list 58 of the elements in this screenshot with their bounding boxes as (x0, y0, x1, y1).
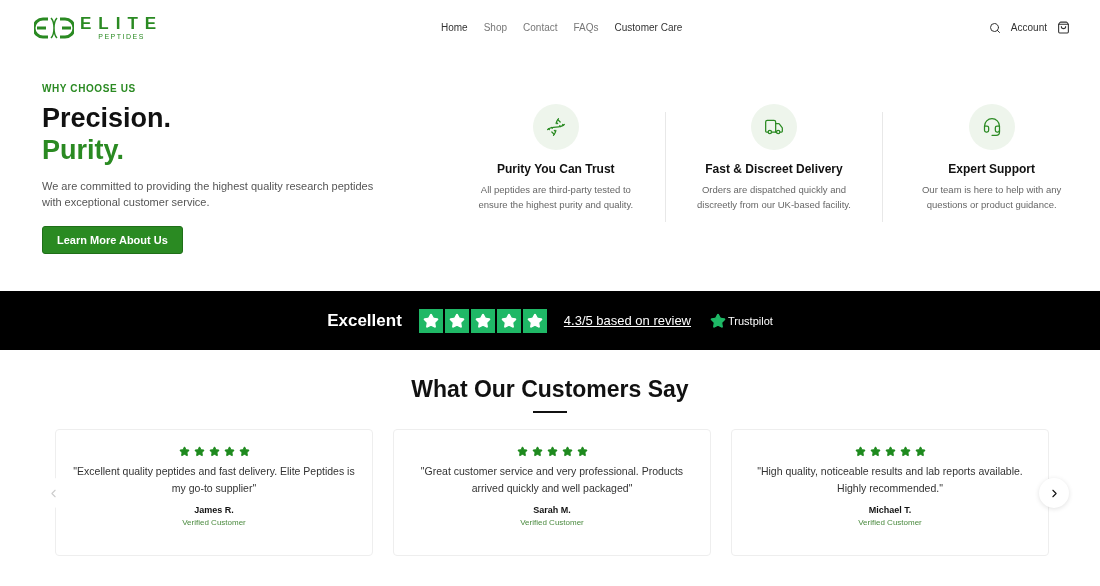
feature-text: Our team is here to help with any questions or product guidance. (920, 183, 1063, 212)
reviewer-name: Michael T. (868, 505, 912, 515)
nav-link[interactable]: Contact (523, 22, 558, 33)
star-icon (576, 446, 588, 457)
star-icon (178, 446, 190, 457)
search-icon[interactable] (988, 21, 1001, 34)
star-icon (710, 312, 726, 329)
star-icon (546, 446, 558, 457)
star-icon (884, 446, 896, 457)
star-icon (869, 446, 881, 457)
hero-description: We are committed to providing the highest quality research peptides with exceptional customer service. (42, 179, 375, 210)
rating-word: Excellent (327, 310, 402, 331)
headline: Precision. (42, 102, 172, 134)
nav-link[interactable]: Shop (483, 22, 508, 33)
reviewer-role: Verified Customer (520, 518, 584, 527)
star-icon (531, 446, 543, 457)
brand-name: Trustpilot (728, 314, 773, 327)
star-icon (914, 446, 926, 457)
star-icon (561, 446, 573, 457)
star-tile (418, 308, 443, 333)
reviewer-role: Verified Customer (182, 518, 246, 527)
reviewer-name: Sarah M. (533, 505, 571, 515)
star-tile (444, 308, 469, 333)
section-title: What Our Customers Say (411, 376, 689, 403)
reviewer-role: Verified Customer (858, 518, 922, 527)
headset-icon (981, 117, 1002, 137)
bag-icon[interactable] (1057, 21, 1070, 34)
feature-title: Expert Support (948, 162, 1035, 176)
learn-more-button[interactable]: Learn More About Us (42, 226, 183, 254)
star-icon (193, 446, 205, 457)
rating-link[interactable]: 4.3/5 based on review (563, 313, 691, 328)
star-tile (522, 308, 547, 333)
review-quote: "High quality, noticeable results and lab reports available. Highly recommended." (756, 464, 1024, 496)
feature-text: All peptides are third-party tested to ensure the highest purity and quality. (477, 183, 635, 212)
star-icon (208, 446, 220, 457)
reviewer-name: James R. (194, 505, 234, 515)
star-icon (899, 446, 911, 457)
headline-accent: Purity. (42, 134, 124, 166)
star-tile (496, 308, 521, 333)
dna-icon (545, 117, 566, 137)
review-quote: "Excellent quality peptides and fast delivery. Elite Peptides is my go-to supplier" (72, 464, 356, 496)
account-link[interactable]: Account (1010, 22, 1047, 33)
logo-title: ELITE (80, 14, 164, 33)
feature-title: Purity You Can Trust (497, 162, 615, 176)
nav-link[interactable]: FAQs (573, 22, 599, 33)
truck-icon (764, 117, 784, 137)
logo-icon (34, 15, 74, 40)
star-icon (516, 446, 528, 457)
nav-link[interactable]: Customer Care (614, 22, 683, 33)
review-quote: "Great customer service and very professional. Products arrived quickly and well packaged" (419, 464, 685, 496)
feature-text: Orders are dispatched quickly and discreetly from our UK-based facility. (696, 183, 852, 212)
star-tile (470, 308, 495, 333)
feature-title: Fast & Discreet Delivery (705, 162, 843, 176)
star-icon (238, 446, 250, 457)
star-icon (854, 446, 866, 457)
star-icon (223, 446, 235, 457)
eyebrow-text: WHY CHOOSE US (42, 83, 136, 94)
nav-link[interactable]: Home (441, 22, 468, 33)
